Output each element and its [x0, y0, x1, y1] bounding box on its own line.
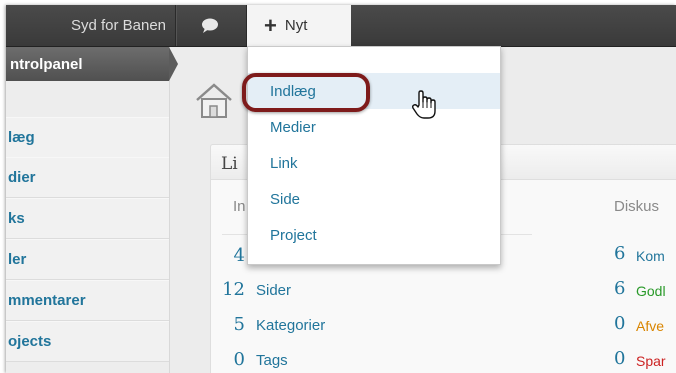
hand-pointer-icon	[411, 90, 436, 119]
approved-count[interactable]: 6	[614, 278, 625, 299]
new-content-label: Nyt	[284, 17, 308, 34]
pages-count[interactable]: 12	[205, 279, 245, 300]
sidebar-item-label: ler	[8, 251, 27, 268]
site-name-label: Syd for Banen	[70, 17, 166, 34]
sidebar-item-pages[interactable]: ler	[6, 239, 169, 280]
house-icon	[196, 83, 232, 118]
content-column-header: In	[233, 198, 246, 215]
new-content-button[interactable]: + Nyt	[247, 5, 351, 46]
annotation-highlight	[242, 73, 370, 112]
tags-link[interactable]: Tags	[256, 352, 288, 369]
sidebar-item-media[interactable]: dier	[6, 157, 169, 198]
sidebar-item-label: mmentarer	[8, 292, 86, 309]
pending-count[interactable]: 0	[614, 313, 625, 334]
menu-item-label: Link	[270, 154, 298, 172]
speech-bubble-icon	[202, 18, 218, 33]
posts-count[interactable]: 4	[205, 245, 245, 266]
sidebar-item-label: ojects	[8, 333, 52, 350]
pages-link[interactable]: Sider	[256, 282, 291, 299]
comments-link[interactable]: Kom	[636, 248, 665, 264]
menu-item-label: Side	[270, 190, 301, 208]
menu-item-label: Project	[270, 226, 317, 244]
sidebar-item-dashboard[interactable]: ntrolpanel	[6, 47, 169, 81]
spam-count[interactable]: 0	[614, 348, 625, 369]
site-name-link[interactable]: Syd for Banen	[6, 5, 175, 46]
sidebar-item-label: læg	[8, 129, 35, 146]
comments-count[interactable]: 6	[614, 243, 625, 264]
categories-link[interactable]: Kategorier	[256, 317, 325, 334]
discussion-column-header: Diskus	[614, 198, 660, 215]
sidebar-item-posts[interactable]: læg	[6, 117, 169, 158]
sidebar-item-label: dier	[8, 169, 36, 186]
sidebar-heading-label: ntrolpanel	[10, 55, 83, 73]
sidebar-item-projects[interactable]: ojects	[6, 321, 169, 362]
sidebar-item-comments[interactable]: mmentarer	[6, 280, 169, 321]
admin-bar: Syd for Banen + Nyt	[6, 5, 676, 47]
widget-title-text: Li	[221, 154, 238, 174]
sidebar-item-label: ks	[8, 210, 25, 227]
tags-count[interactable]: 0	[205, 349, 245, 370]
menu-item-new-media[interactable]: Medier	[248, 109, 500, 145]
comments-button[interactable]	[176, 5, 244, 46]
menu-item-new-project[interactable]: Project	[248, 217, 500, 253]
menu-item-label: Medier	[270, 118, 316, 136]
menu-item-new-link[interactable]: Link	[248, 145, 500, 181]
pending-link[interactable]: Afve	[636, 318, 664, 334]
categories-count[interactable]: 5	[205, 314, 245, 335]
sidebar-item-links[interactable]: ks	[6, 198, 169, 239]
browser-viewport: Syd for Banen + Nyt ntrolpanel læg dier …	[6, 5, 676, 373]
admin-sidebar: ntrolpanel læg dier ks ler mmentarer oje…	[6, 47, 170, 373]
plus-icon: +	[264, 12, 277, 38]
menu-item-new-page[interactable]: Side	[248, 181, 500, 217]
spam-link[interactable]: Spar	[636, 353, 666, 369]
approved-link[interactable]: Godl	[636, 283, 666, 299]
